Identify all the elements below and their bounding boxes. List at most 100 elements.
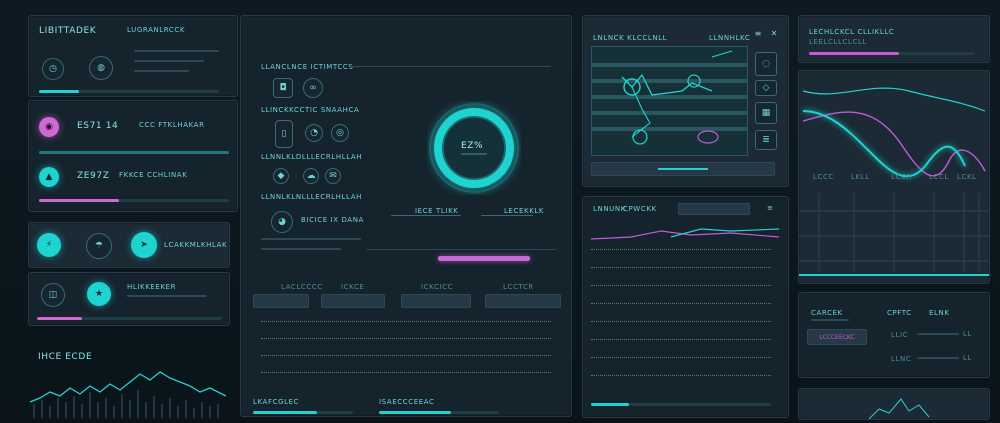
toggle-panel: ⚡ ☂ ➤ LCAKKMLKHLAK [28, 222, 230, 268]
map-action-indicator [658, 168, 708, 170]
mini-chart [868, 398, 930, 420]
eye-icon[interactable]: ◎ [331, 124, 349, 142]
col-3-button[interactable] [401, 294, 471, 308]
line-series-cyan [802, 110, 966, 178]
footer-1-fill [253, 411, 317, 414]
line-series-pink [802, 111, 986, 177]
axis-label-5: LCKL [957, 173, 977, 181]
pin-icon[interactable]: ◌ [755, 52, 777, 76]
globe-icon[interactable]: ◍ [89, 56, 113, 80]
line-chart-grid [799, 193, 989, 271]
center-pink-bar [438, 256, 530, 261]
list-icon[interactable]: ≣ [755, 130, 777, 150]
table-row-3 [591, 285, 771, 287]
col-2-button[interactable] [321, 294, 385, 308]
chart-icon[interactable]: ▲ [39, 167, 59, 187]
tab-2-underline [481, 215, 533, 216]
table-title: LNNUNK [593, 205, 626, 213]
stat1-bar [39, 151, 229, 154]
table-row-7 [591, 357, 771, 359]
col-3-label: ICKCICC [421, 283, 454, 291]
col-1-button[interactable] [253, 294, 309, 308]
camera-icon[interactable]: ◘ [273, 78, 293, 98]
user-line-1 [261, 238, 361, 240]
phone-icon[interactable]: ▯ [275, 120, 293, 148]
top-right-panel: LECHLCKCL CLLIKLLC LEELCLLCLCLL [798, 15, 990, 63]
tab-1-underline [391, 215, 461, 216]
umbrella-icon[interactable]: ☂ [86, 233, 112, 259]
top-right-title: LECHLCKCL CLLIKLLC [809, 28, 895, 36]
shield-icon[interactable]: ◇ [755, 80, 777, 96]
col-4-button[interactable] [485, 294, 561, 308]
bolt-icon[interactable]: ⚡ [37, 233, 61, 257]
list-panel: ◫ ★ HLIKKEEKER [28, 272, 230, 326]
axis-label-3: LCCR [891, 173, 912, 181]
table-row-6 [591, 339, 771, 341]
list-label: HLIKKEEKER [127, 283, 177, 291]
center-row4-label: LLNNLKLNLLLECRLHLLAH [261, 193, 362, 201]
map-title-2: LLNNHLKC [709, 34, 751, 42]
settings-row-2: LLNC [891, 355, 912, 363]
table-panel: LNNUNK CPWCKK ≡ [582, 196, 789, 418]
footer-1-label: LKAFCGLEC [253, 398, 300, 406]
hamburger-icon[interactable]: ≡ [753, 28, 763, 38]
tab-1[interactable]: IECE TLIKK [415, 207, 458, 215]
center-row3-label: LLNNLKLDLLLECRLHLLAH [261, 153, 363, 161]
gauge-value: EZ% [461, 141, 484, 151]
profile-icon[interactable]: ◕ [271, 211, 293, 233]
clock-icon[interactable]: ◷ [42, 58, 64, 80]
settings-row-1: LLIC [891, 331, 909, 339]
col-2-label: ICKCE [341, 283, 365, 291]
table-search[interactable] [678, 203, 750, 215]
stat2-label: FKKCE CCHLINAK [119, 171, 188, 179]
settings-label-1: CARCEK [811, 309, 843, 317]
user-label: BICICE IX DANA [301, 216, 364, 224]
wave-line [30, 371, 226, 403]
user-icon[interactable]: ◉ [39, 117, 59, 137]
table-sparkline [591, 228, 779, 240]
close-icon[interactable]: ✕ [769, 28, 779, 38]
table-row-1 [591, 249, 771, 251]
left-header-subtitle: LUGRANLRCCK [127, 26, 186, 34]
list-line [127, 295, 207, 297]
line-series-top [802, 87, 986, 112]
top-right-subtitle: LEELCLLCLCLL [809, 38, 868, 46]
map-paths [592, 50, 747, 145]
footer-2-label: ISAECCCEEAC [379, 398, 435, 406]
bell-icon[interactable]: ◆ [273, 168, 289, 184]
link-icon[interactable]: ∞ [303, 78, 323, 98]
header-line-2 [134, 60, 204, 62]
user-line-2 [261, 248, 341, 250]
map-title: LNLNCK KLCCLNLL [593, 34, 668, 42]
badge-icon[interactable]: ◫ [41, 283, 65, 307]
mail-icon[interactable]: ✉ [325, 168, 341, 184]
row-dots-2 [261, 338, 551, 340]
mini-chart-panel [798, 388, 990, 420]
chat-icon[interactable]: ◔ [305, 124, 323, 142]
star-icon[interactable]: ★ [87, 282, 111, 306]
center-row1-label: LLANCLNCE ICTIMTCCS [261, 63, 354, 71]
map-action-bar[interactable] [591, 162, 775, 176]
menu-icon[interactable]: ≡ [765, 203, 775, 213]
map-view[interactable] [591, 46, 748, 156]
header-progress-fill [39, 90, 79, 93]
settings-rule-1 [811, 319, 849, 321]
cloud-icon[interactable]: ☁ [303, 168, 319, 184]
gauge: EZ% [427, 101, 521, 195]
settings-button[interactable]: LCCCEECKC [807, 329, 867, 345]
settings-row-1-line [917, 333, 959, 335]
row-dots-1 [261, 321, 551, 323]
settings-row-1-value: LL [963, 330, 972, 338]
axis-label-1: LCCC [813, 173, 834, 181]
settings-row-2-line [917, 357, 959, 359]
center-panel: LLANCLNCE ICTIMTCCS ◘ ∞ LLINCKKCCTIC SNA… [240, 15, 572, 417]
list-fill [37, 317, 82, 320]
col-1-label: LACLCCCC [281, 283, 323, 291]
grid-icon[interactable]: ▦ [755, 102, 777, 124]
stat1-label: CCC FTKLHAKAR [139, 121, 205, 129]
center-row2-label: LLINCKKCCTIC SNAAHCA [261, 106, 360, 114]
col-4-label: LCCTCR [503, 283, 534, 291]
map-panel: LNLNCK KLCCLNLL LLNNHLKC ≡ ✕ ◌ ◇ ▦ ≣ [582, 15, 789, 187]
tab-2[interactable]: LECEKKLK [504, 207, 544, 215]
send-icon[interactable]: ➤ [131, 232, 157, 258]
